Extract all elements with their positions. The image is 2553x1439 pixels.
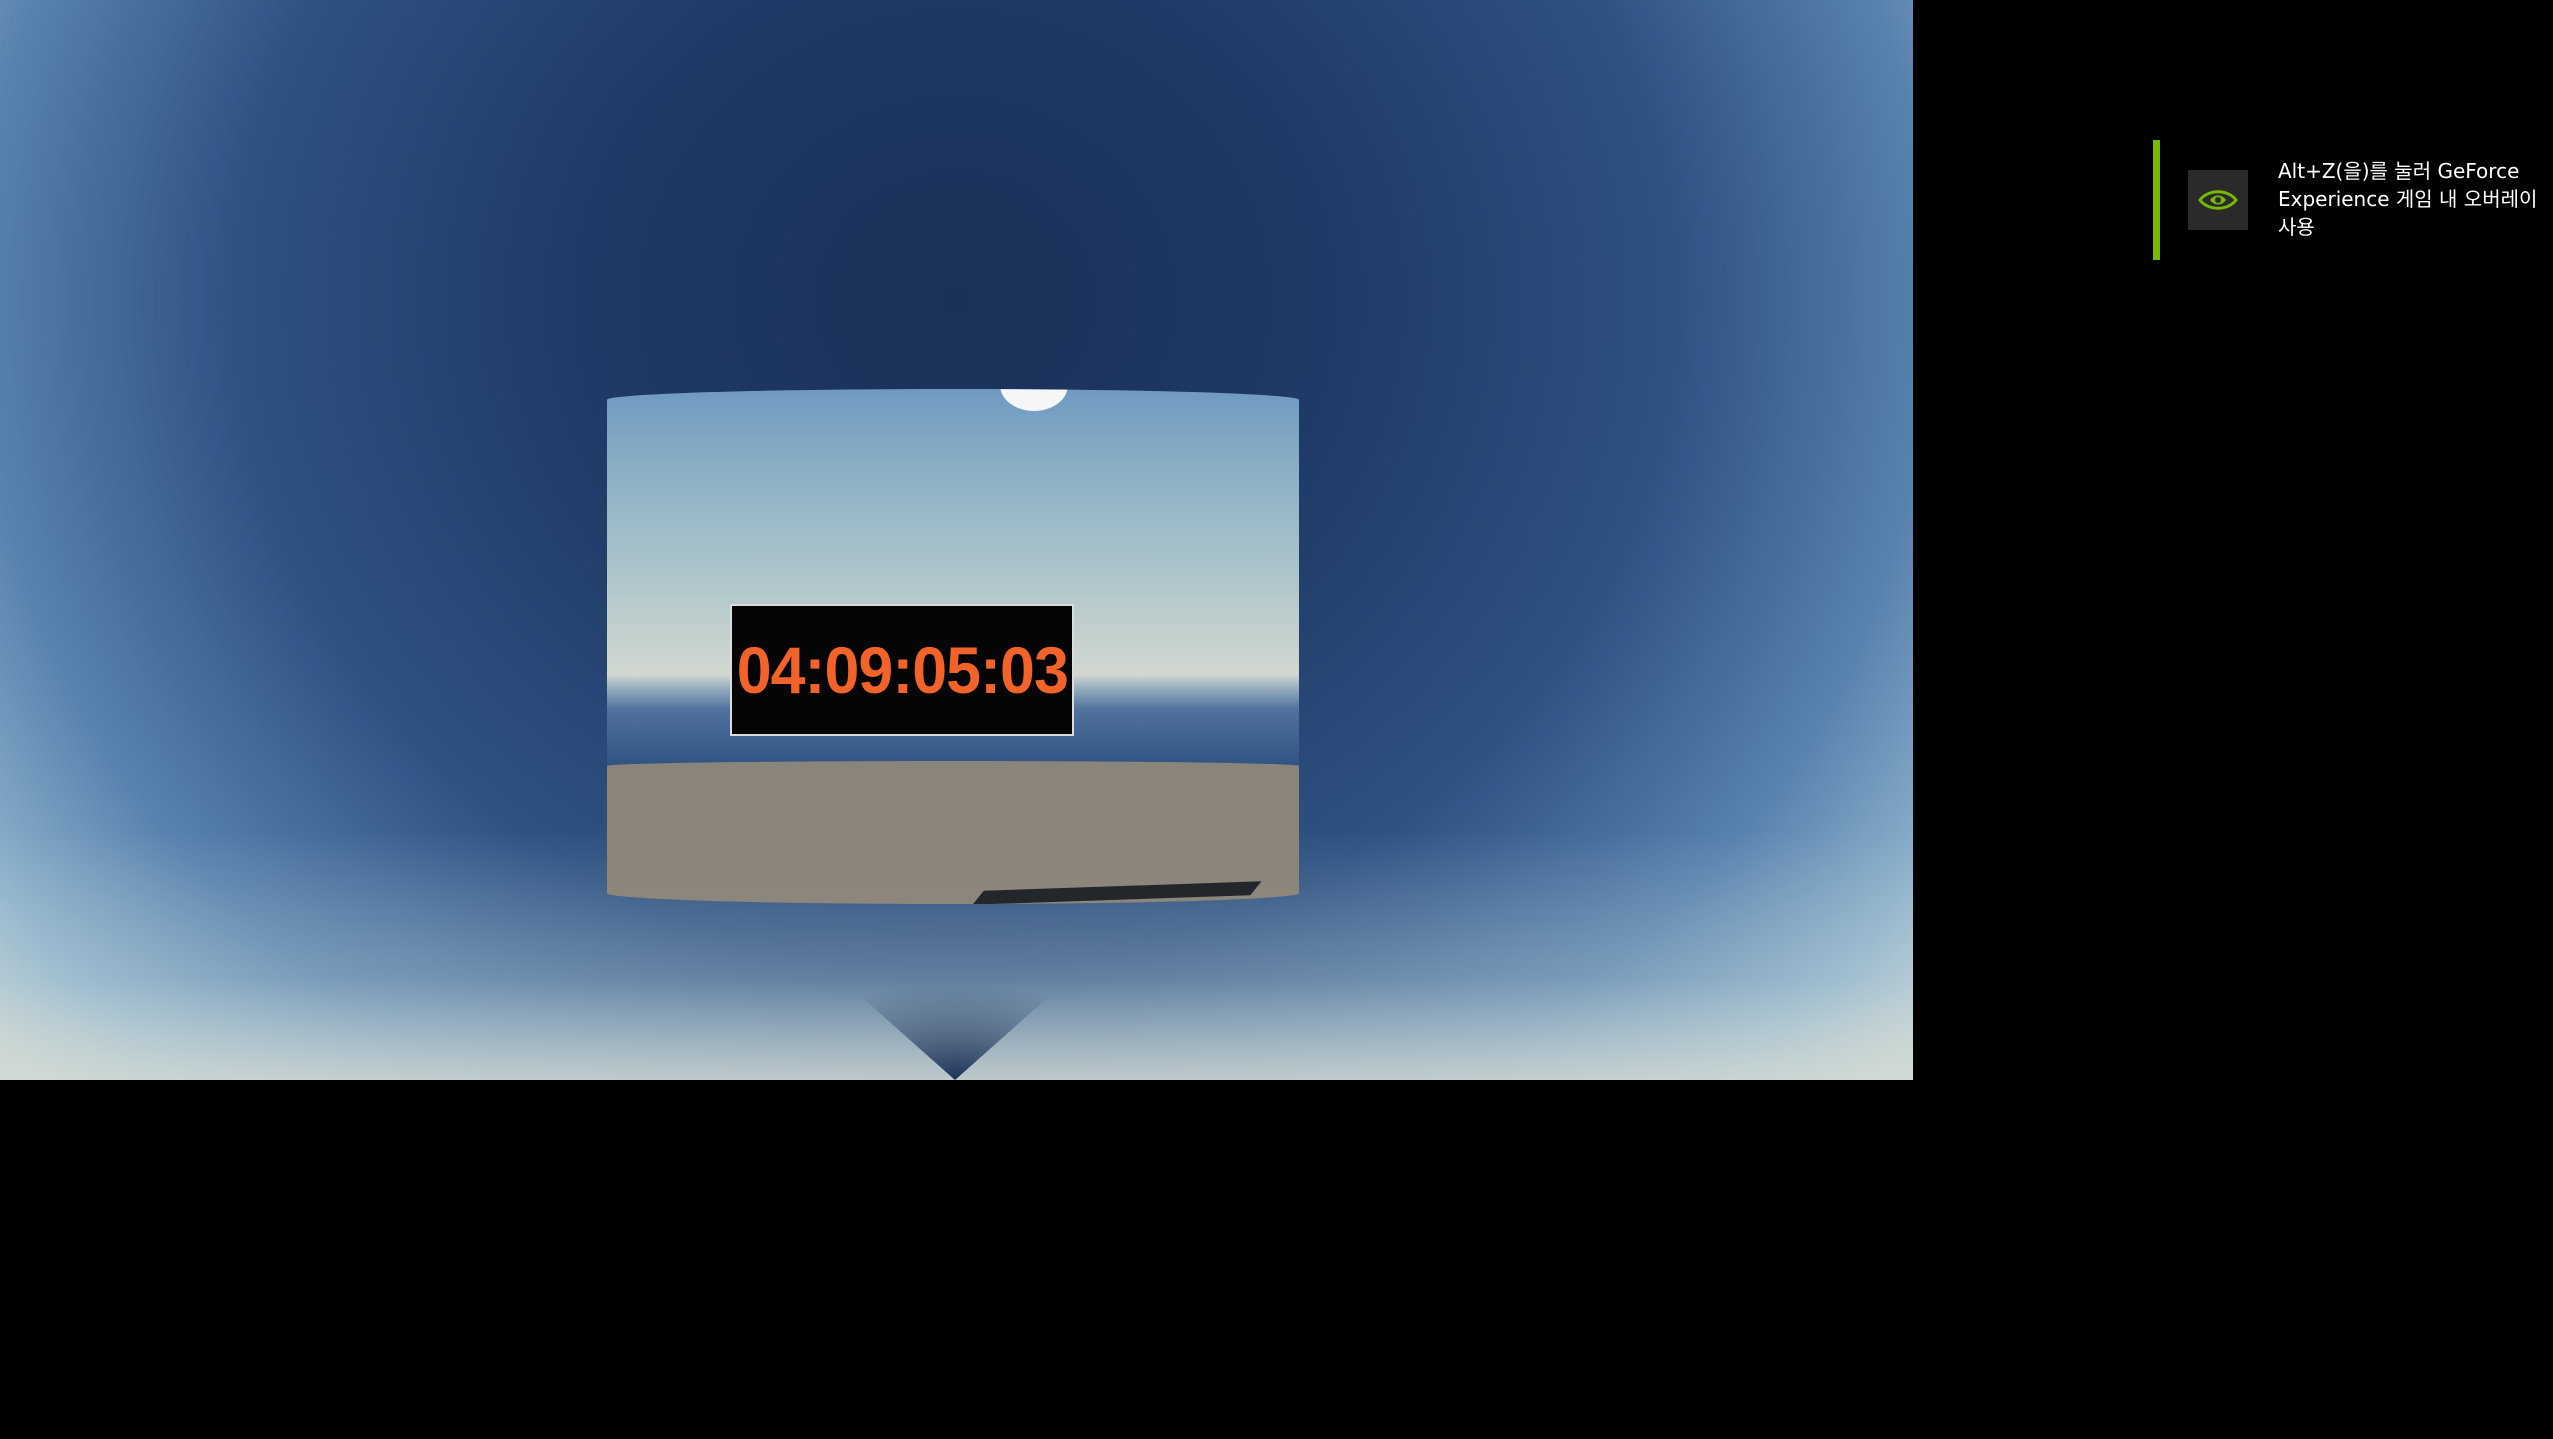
countdown-display: 04:09:05:03 (730, 604, 1074, 736)
notification-accent-bar (2153, 140, 2160, 260)
countdown-text: 04:09:05:03 (736, 633, 1068, 707)
notification-message: Alt+Z(을)를 눌러 GeForce Experience 게임 내 오버레… (2278, 159, 2538, 239)
vr-viewport: 04:09:05:03 (0, 0, 1913, 1080)
nvidia-logo-icon (2188, 170, 2248, 230)
scene-panel: 04:09:05:03 (607, 389, 1299, 904)
screen: 04:09:05:03 Alt+Z(을)를 눌러 GeForce Experie… (0, 0, 2553, 1439)
geforce-overlay-notification[interactable]: Alt+Z(을)를 눌러 GeForce Experience 게임 내 오버레… (2153, 140, 2543, 260)
